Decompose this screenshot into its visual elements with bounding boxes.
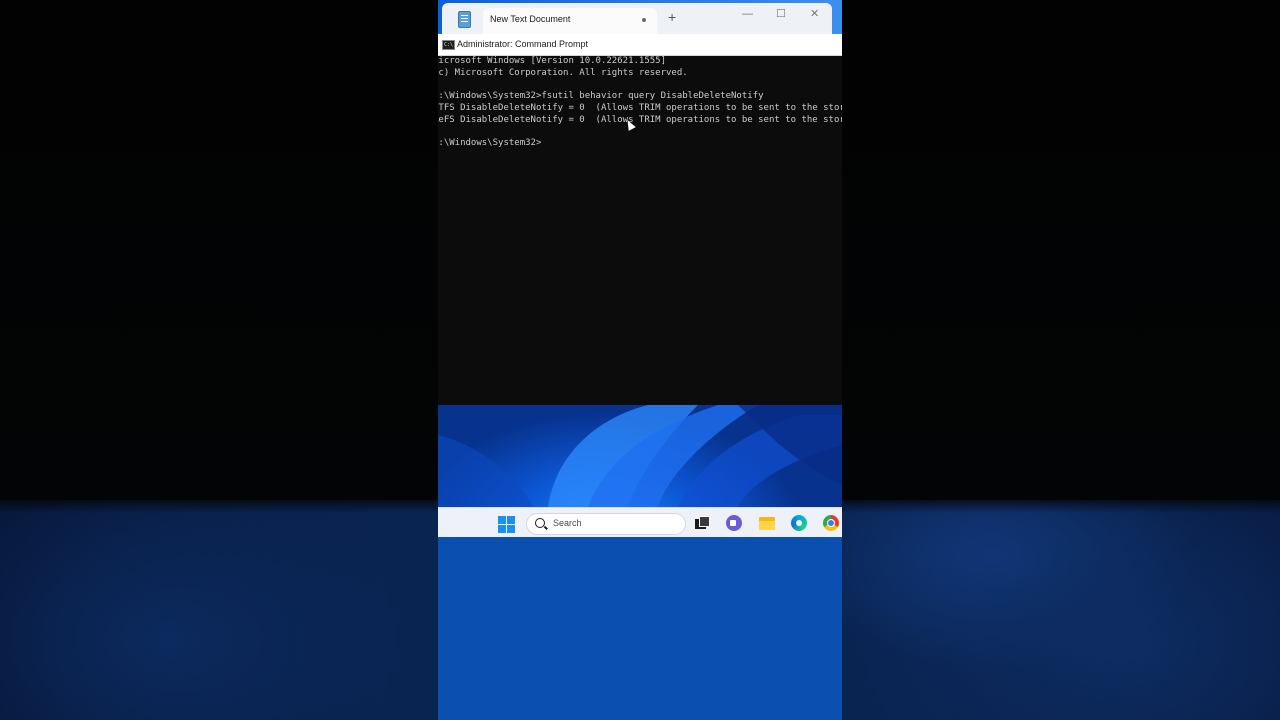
file-explorer-icon[interactable] [759,515,775,531]
desktop-wallpaper [438,405,842,507]
close-button[interactable]: ✕ [810,9,819,20]
cmd-window-title: Administrator: Command Prompt [457,39,589,49]
blue-background-fill [438,537,842,720]
notepad-window: New Text Document + — ☐ ✕ [438,0,842,34]
cmd-app-icon: C:\ [442,40,455,50]
search-label: Search [553,518,582,528]
tab-new-text-document[interactable]: New Text Document [483,8,657,34]
console-line: C:\Windows\System32>fsutil behavior quer… [438,91,764,102]
notepad-app-icon [458,11,471,28]
console-output[interactable]: Microsoft Windows [Version 10.0.22621.15… [438,56,842,405]
search-icon [535,518,545,528]
taskbar: Search [438,507,842,538]
unsaved-dot-icon[interactable] [642,18,646,22]
tab-title: New Text Document [490,14,571,24]
minimize-button[interactable]: — [742,9,753,20]
console-prompt: C:\Windows\System32> [438,137,542,148]
task-view-icon[interactable] [693,515,710,531]
teams-chat-icon[interactable] [726,515,742,531]
cmd-titlebar[interactable]: C:\ Administrator: Command Prompt [438,34,842,56]
maximize-button[interactable]: ☐ [776,9,786,20]
screen-frame: New Text Document + — ☐ ✕ C:\ Administra… [438,0,842,720]
bloom-wallpaper-shape [438,405,842,507]
notepad-titlebar[interactable]: New Text Document + — ☐ ✕ [442,3,832,34]
chrome-browser-icon[interactable] [823,515,839,531]
taskbar-search-box[interactable]: Search [526,513,686,535]
console-line: (c) Microsoft Corporation. All rights re… [438,67,688,78]
windows-start-icon[interactable] [498,516,515,533]
console-line: NTFS DisableDeleteNotify = 0 (Allows TRI… [438,102,842,113]
console-line: Microsoft Windows [Version 10.0.22621.15… [438,56,666,66]
new-tab-button[interactable]: + [668,10,676,24]
console-line: ReFS DisableDeleteNotify = 0 (Allows TRI… [438,114,842,125]
edge-browser-icon[interactable] [791,515,807,531]
